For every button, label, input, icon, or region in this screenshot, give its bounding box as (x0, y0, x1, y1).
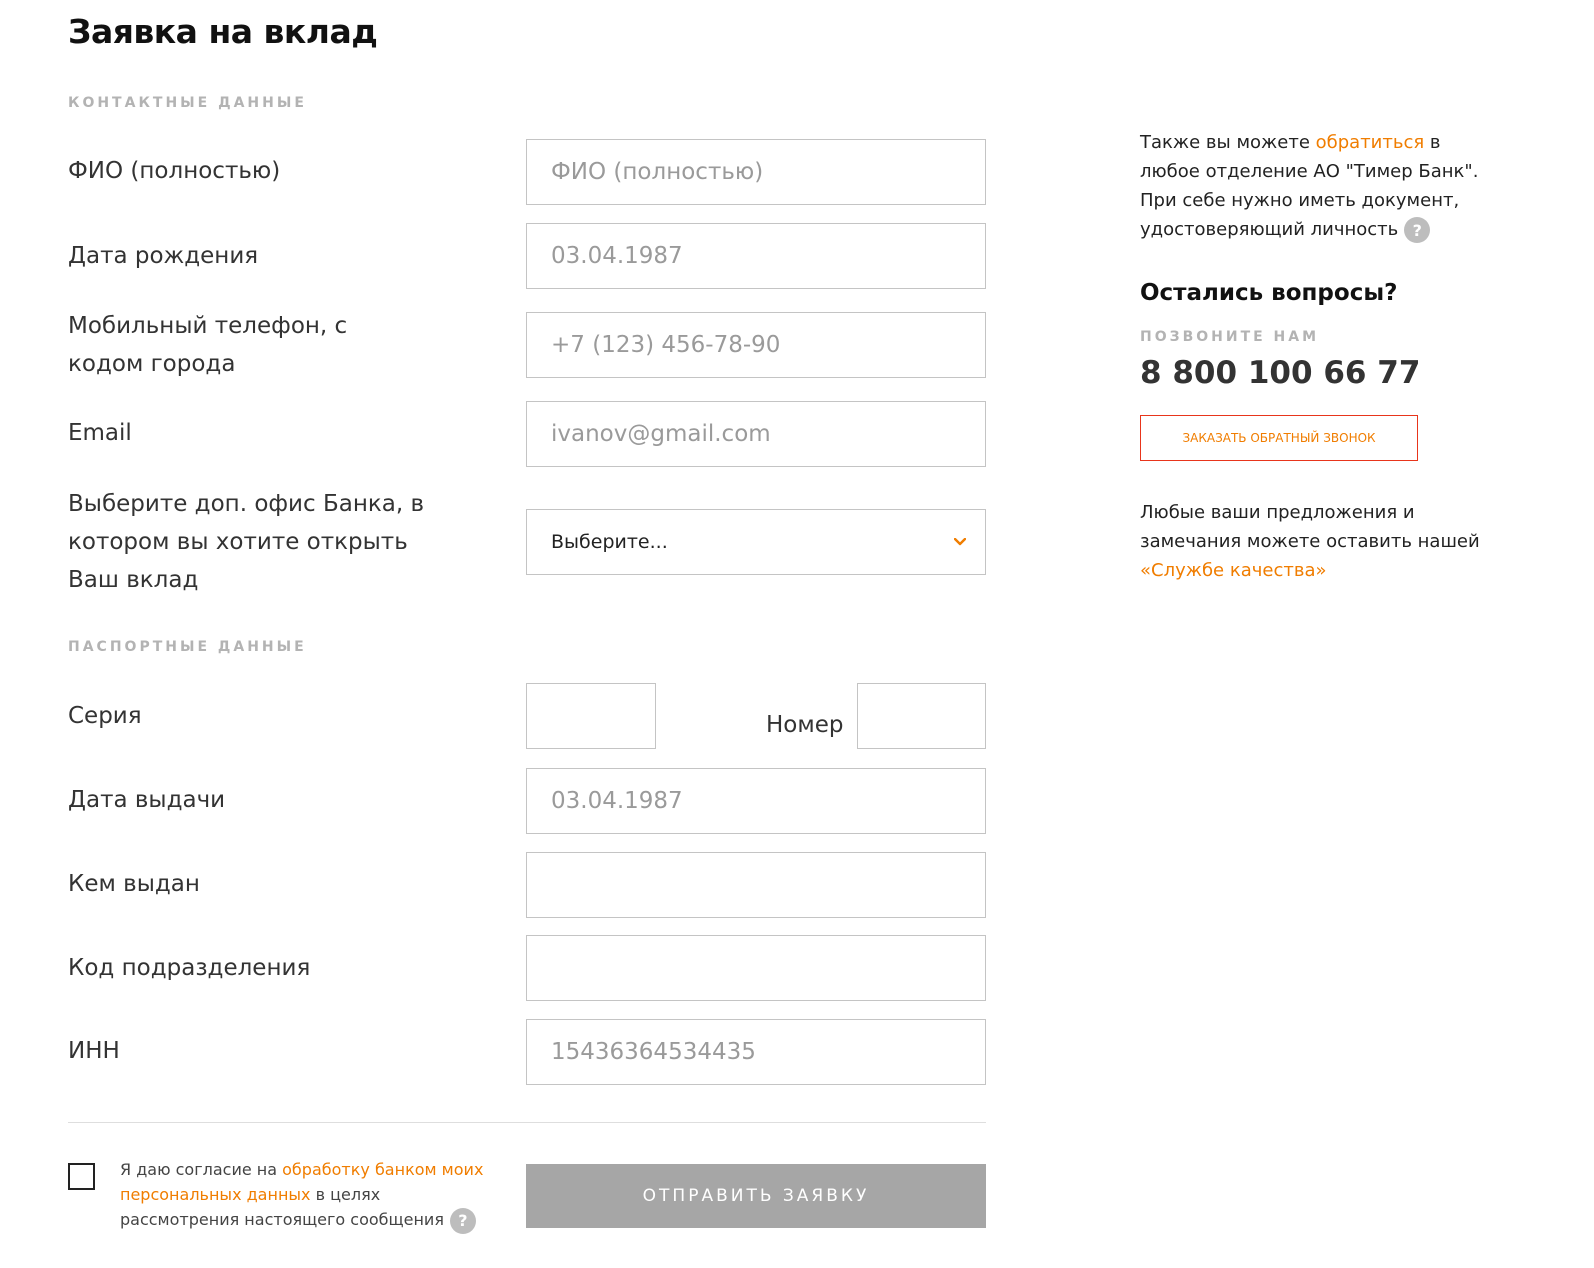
office-select-value: Выберите... (551, 531, 668, 553)
question-icon[interactable]: ? (1404, 217, 1431, 243)
fio-input[interactable] (527, 140, 985, 204)
birthdate-label: Дата рождения (68, 243, 259, 269)
chevron-down-icon (953, 535, 967, 549)
issued-by-input[interactable] (527, 853, 985, 917)
division-code-input[interactable] (527, 936, 985, 1000)
question-icon[interactable]: ? (449, 1207, 476, 1234)
consent-text-before: Я даю согласие на (120, 1160, 283, 1179)
email-label: Email (68, 420, 132, 446)
inn-input[interactable] (527, 1020, 985, 1084)
fio-field[interactable] (526, 139, 986, 205)
questions-title: Остались вопросы? (1140, 280, 1398, 306)
contact-branch-link[interactable]: обратиться (1316, 132, 1425, 153)
consent-text: Я даю согласие на обработку банком моих … (120, 1157, 490, 1234)
division-code-field[interactable] (526, 935, 986, 1001)
fio-label: ФИО (полностью) (68, 158, 281, 184)
issued-by-field[interactable] (526, 852, 986, 918)
number-field[interactable] (857, 683, 986, 749)
sidebar-info: Также вы можете обратиться в любое отдел… (1140, 128, 1500, 244)
email-input[interactable] (527, 402, 985, 466)
issue-date-input[interactable] (527, 769, 985, 833)
number-input[interactable] (858, 684, 985, 748)
passport-section-heading: ПАСПОРТНЫЕ ДАННЫЕ (68, 639, 307, 655)
series-label: Серия (68, 703, 142, 729)
contacts-section-heading: КОНТАКТНЫЕ ДАННЫЕ (68, 95, 307, 111)
issued-by-label: Кем выдан (68, 871, 200, 897)
phone-field[interactable] (526, 312, 986, 378)
issue-date-field[interactable] (526, 768, 986, 834)
page-title: Заявка на вклад (68, 12, 378, 51)
series-field[interactable] (526, 683, 656, 749)
series-input[interactable] (527, 684, 655, 748)
feedback-text-before: Любые ваши предложения и замечания может… (1140, 502, 1480, 552)
office-select[interactable]: Выберите... (526, 509, 986, 575)
office-label: Выберите доп. офис Банка, в котором вы х… (68, 491, 425, 593)
quality-service-link[interactable]: «Службе качества» (1140, 560, 1327, 581)
birthdate-field[interactable] (526, 223, 986, 289)
issue-date-label: Дата выдачи (68, 787, 226, 813)
phone-number[interactable]: 8 800 100 66 77 (1140, 355, 1420, 391)
inn-field[interactable] (526, 1019, 986, 1085)
phone-label: Мобильный телефон, с кодом города (68, 313, 348, 377)
call-us-label: ПОЗВОНИТЕ НАМ (1140, 329, 1320, 345)
birthdate-input[interactable] (527, 224, 985, 288)
number-label: Номер (766, 712, 844, 738)
inn-label: ИНН (68, 1038, 120, 1064)
callback-button[interactable]: ЗАКАЗАТЬ ОБРАТНЫЙ ЗВОНОК (1140, 415, 1418, 461)
feedback-text: Любые ваши предложения и замечания может… (1140, 498, 1480, 585)
consent-checkbox[interactable] (68, 1163, 95, 1190)
form-divider (68, 1122, 986, 1123)
division-code-label: Код подразделения (68, 955, 311, 981)
sidebar-info-before: Также вы можете (1140, 132, 1316, 153)
phone-input[interactable] (527, 313, 985, 377)
submit-button[interactable]: ОТПРАВИТЬ ЗАЯВКУ (526, 1164, 986, 1228)
email-field[interactable] (526, 401, 986, 467)
